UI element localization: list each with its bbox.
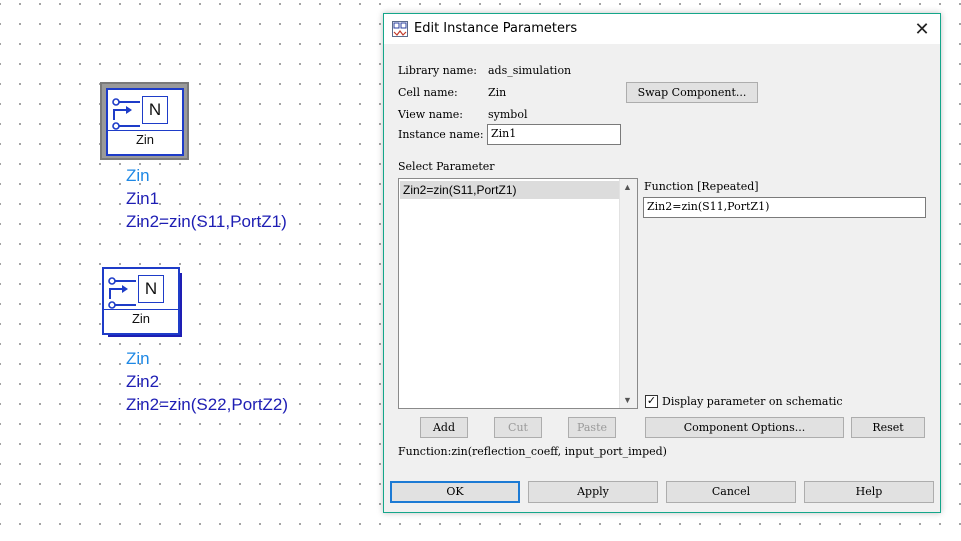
help-button[interactable]: Help	[804, 481, 934, 503]
display-parameter-label: Display parameter on schematic	[662, 395, 843, 408]
zin-symbol: N Zin	[106, 88, 184, 156]
view-name-value: symbol	[488, 108, 528, 121]
display-parameter-checkbox[interactable]: ✓	[645, 395, 658, 408]
parameter-list[interactable]: Zin2=zin(S11,PortZ1) ▲ ▼	[398, 178, 638, 409]
annotation-expression: Zin2=zin(S11,PortZ1)	[126, 212, 287, 231]
component-label: Zin	[131, 311, 151, 326]
dialog-title: Edit Instance Parameters	[414, 21, 578, 36]
zin-component-2[interactable]: N Zin	[100, 265, 189, 343]
function-input[interactable]: Zin2=zin(S11,PortZ1)	[643, 197, 926, 218]
ok-button[interactable]: OK	[390, 481, 520, 503]
component-1-annotation: Zin Zin1 Zin2=zin(S11,PortZ1)	[126, 164, 287, 233]
add-button[interactable]: Add	[420, 417, 468, 438]
zin-symbol: N Zin	[102, 267, 180, 335]
annotation-instance: Zin2	[126, 372, 160, 391]
parameter-list-item[interactable]: Zin2=zin(S11,PortZ1)	[400, 181, 620, 199]
n-port-box: N	[142, 96, 168, 124]
component-options-button[interactable]: Component Options...	[645, 417, 844, 438]
paste-button[interactable]: Paste	[568, 417, 616, 438]
instance-name-label: Instance name:	[398, 128, 484, 141]
n-port-box: N	[138, 275, 164, 303]
close-icon[interactable]: ✕	[912, 19, 932, 39]
reset-button[interactable]: Reset	[851, 417, 925, 438]
library-name-value: ads_simulation	[488, 64, 572, 77]
apply-button[interactable]: Apply	[528, 481, 658, 503]
chevron-up-icon[interactable]: ▲	[623, 182, 632, 192]
port-pins-icon	[112, 98, 140, 130]
port-pins-icon	[108, 277, 136, 309]
cell-name-value: Zin	[488, 86, 507, 99]
function-label: Function [Repeated]	[644, 180, 759, 193]
annotation-type: Zin	[126, 166, 150, 185]
chevron-down-icon[interactable]: ▼	[623, 395, 632, 405]
swap-component-button[interactable]: Swap Component...	[626, 82, 758, 103]
function-help-text: Function:zin(reflection_coeff, input_por…	[398, 445, 667, 458]
dialog-titlebar[interactable]: Edit Instance Parameters ✕	[384, 14, 940, 44]
component-label: Zin	[135, 132, 155, 147]
zin-component-1[interactable]: N Zin	[100, 82, 189, 160]
annotation-expression: Zin2=zin(S22,PortZ2)	[126, 395, 289, 414]
cell-name-label: Cell name:	[398, 86, 458, 99]
cancel-button[interactable]: Cancel	[666, 481, 796, 503]
parameter-list-scrollbar[interactable]: ▲ ▼	[619, 179, 637, 408]
cut-button[interactable]: Cut	[494, 417, 542, 438]
annotation-instance: Zin1	[126, 189, 160, 208]
select-parameter-label: Select Parameter	[398, 160, 495, 173]
view-name-label: View name:	[398, 108, 463, 121]
instance-name-input[interactable]: Zin1	[487, 124, 621, 145]
ads-app-icon	[392, 21, 408, 37]
library-name-label: Library name:	[398, 64, 477, 77]
annotation-type: Zin	[126, 349, 150, 368]
edit-instance-parameters-dialog: Edit Instance Parameters ✕ Library name:…	[383, 13, 941, 513]
component-2-annotation: Zin Zin2 Zin2=zin(S22,PortZ2)	[126, 347, 288, 416]
